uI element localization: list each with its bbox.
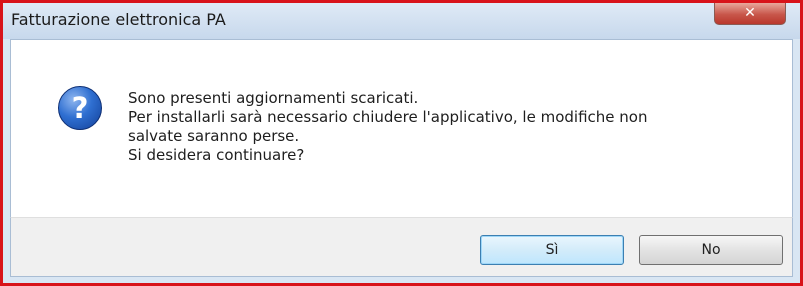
window-title: Fatturazione elettronica PA [11, 10, 226, 29]
message-line-3: salvate saranno perse. [128, 127, 300, 145]
title-bar[interactable]: Fatturazione elettronica PA ✕ [3, 3, 800, 39]
yes-button[interactable]: Sì [480, 235, 624, 265]
question-mark-glyph: ? [71, 91, 89, 125]
dialog-message: Sono presenti aggiornamenti scaricati. P… [128, 89, 768, 165]
close-button[interactable]: ✕ [714, 3, 786, 25]
no-button[interactable]: No [639, 235, 783, 265]
message-line-1: Sono presenti aggiornamenti scaricati. [128, 89, 419, 107]
question-icon: ? [58, 86, 102, 130]
close-icon: ✕ [744, 5, 756, 21]
message-line-4: Si desidera continuare? [128, 146, 305, 164]
message-dialog: Fatturazione elettronica PA ✕ ? Sono pre… [0, 0, 803, 286]
button-bar: Sì No [10, 217, 793, 277]
message-line-2: Per installarli sarà necessario chiudere… [128, 108, 648, 126]
dialog-content: ? Sono presenti aggiornamenti scaricati.… [10, 39, 793, 217]
